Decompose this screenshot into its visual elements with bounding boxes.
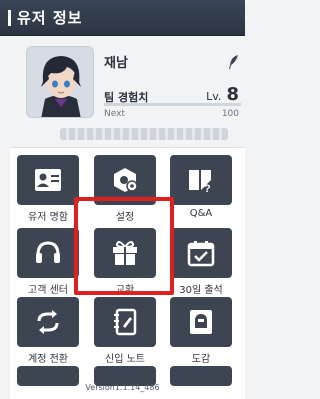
exp-progress-bar <box>104 103 241 106</box>
calendar-check-icon <box>187 241 215 267</box>
qa-book-icon: ? <box>189 170 211 194</box>
avatar[interactable] <box>26 46 94 118</box>
codex-label: 도감 <box>191 354 211 365</box>
blurred-user-id <box>60 128 228 140</box>
newbie-note-label: 신입 노트 <box>105 354 145 365</box>
header-accent-mark <box>8 9 11 26</box>
notebook-icon <box>114 308 137 336</box>
level-value: 8 <box>226 84 239 105</box>
user-card-button[interactable] <box>17 155 79 205</box>
codex-helmet-icon <box>190 310 212 334</box>
next-value: 100 <box>221 109 239 119</box>
account-switch-button[interactable] <box>17 297 79 347</box>
codex-button[interactable] <box>170 297 232 347</box>
settings-gear-icon <box>114 168 138 192</box>
level-display: Lv. 8 <box>206 84 239 105</box>
player-name: 재남 <box>104 56 128 71</box>
headset-icon <box>36 241 60 263</box>
edit-feather-icon[interactable] <box>227 54 239 74</box>
level-prefix: Lv. <box>206 90 222 103</box>
switch-arrows-icon <box>37 310 59 334</box>
newbie-note-button[interactable] <box>94 297 156 347</box>
profile-card: 재남 팀 경험치 Lv. 8 Next 100 <box>14 40 245 124</box>
account-switch-label: 계정 전환 <box>28 354 68 365</box>
customer-center-button[interactable] <box>17 228 79 278</box>
svg-text:?: ? <box>204 183 211 194</box>
page-title: 유저 정보 <box>17 9 83 27</box>
next-label: Next <box>104 109 125 119</box>
version-text: Version1.1.14_486 <box>85 383 160 392</box>
character-portrait-icon <box>27 47 93 117</box>
exchange-highlight-box <box>74 197 174 295</box>
header-bar: 유저 정보 <box>0 0 245 36</box>
id-card-icon <box>35 169 61 191</box>
qa-button[interactable]: ? <box>170 155 232 205</box>
attendance-30-day-button[interactable] <box>170 228 232 278</box>
